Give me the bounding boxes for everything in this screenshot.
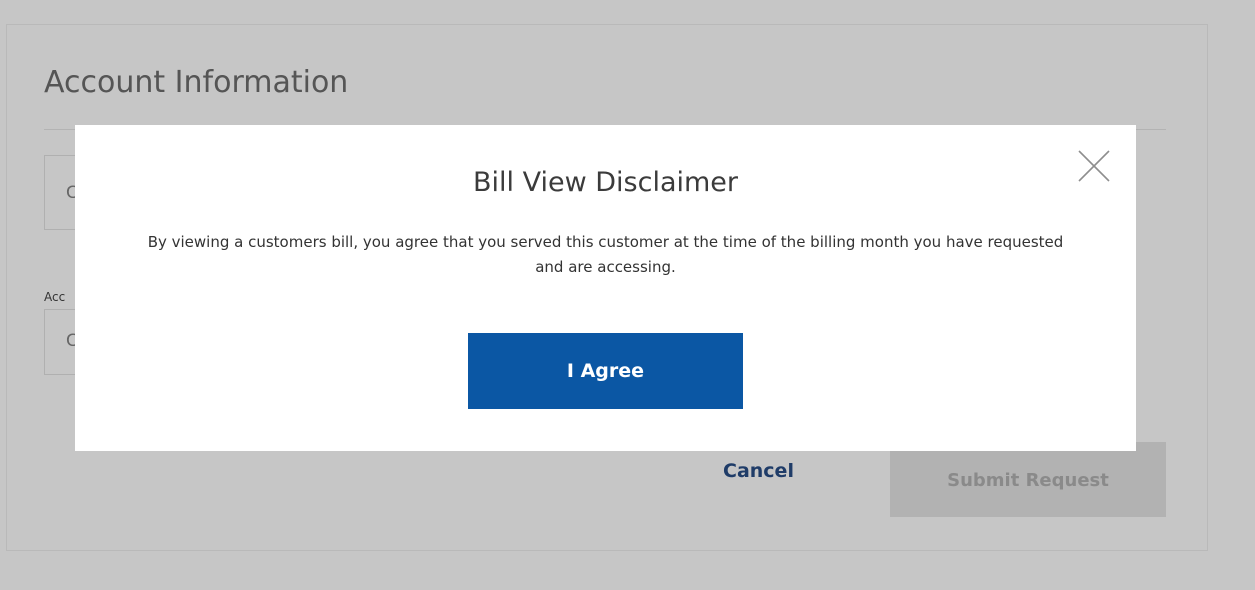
modal-body-text: By viewing a customers bill, you agree t… bbox=[147, 233, 1064, 276]
submit-request-button[interactable]: Submit Request bbox=[890, 442, 1166, 517]
account-field-2-label: Acc bbox=[44, 290, 66, 304]
cancel-link[interactable]: Cancel bbox=[723, 460, 794, 482]
i-agree-button[interactable]: I Agree bbox=[468, 333, 743, 409]
bill-view-disclaimer-modal: Bill View Disclaimer By viewing a custom… bbox=[75, 125, 1136, 451]
section-title: Account Information bbox=[44, 65, 349, 100]
modal-title: Bill View Disclaimer bbox=[472, 167, 739, 198]
close-icon[interactable] bbox=[1076, 148, 1112, 184]
